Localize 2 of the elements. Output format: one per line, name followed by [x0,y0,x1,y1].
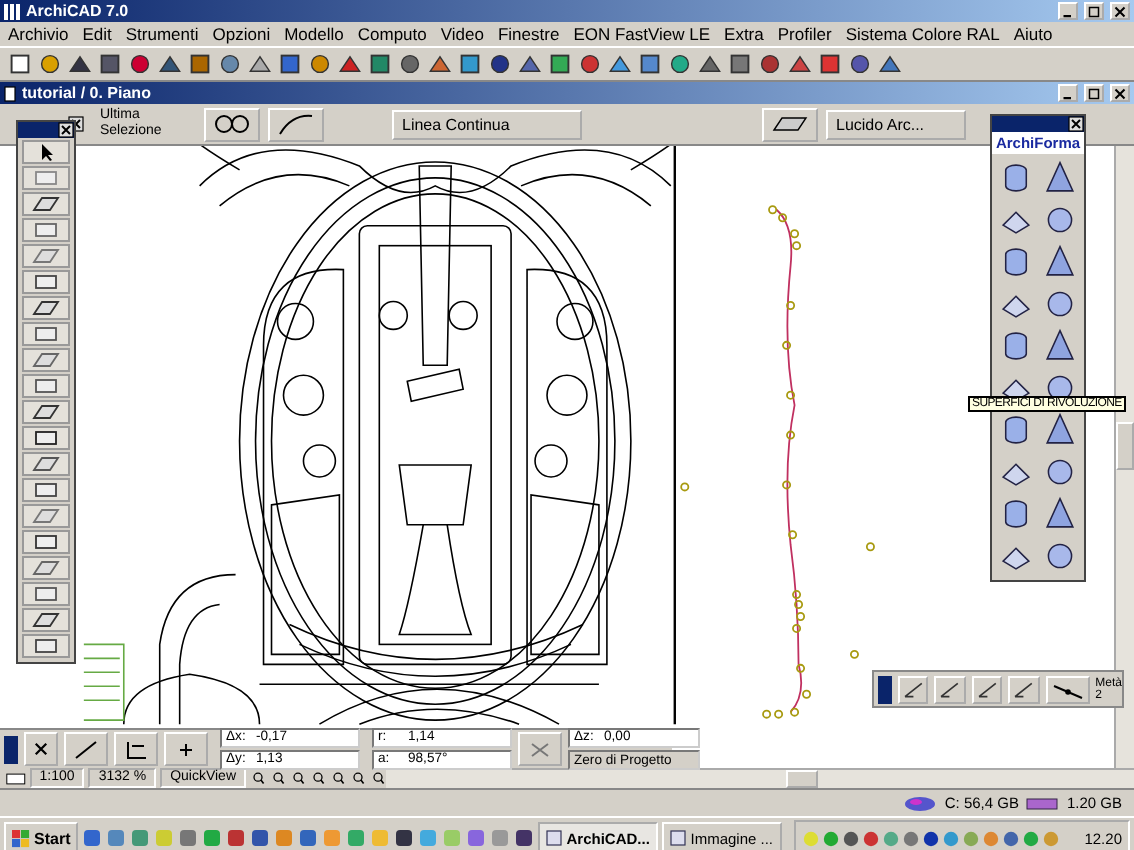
window-title: ArchiCAD 7.0 [26,2,129,20]
document-title: tutorial / 0. Piano [22,84,151,102]
